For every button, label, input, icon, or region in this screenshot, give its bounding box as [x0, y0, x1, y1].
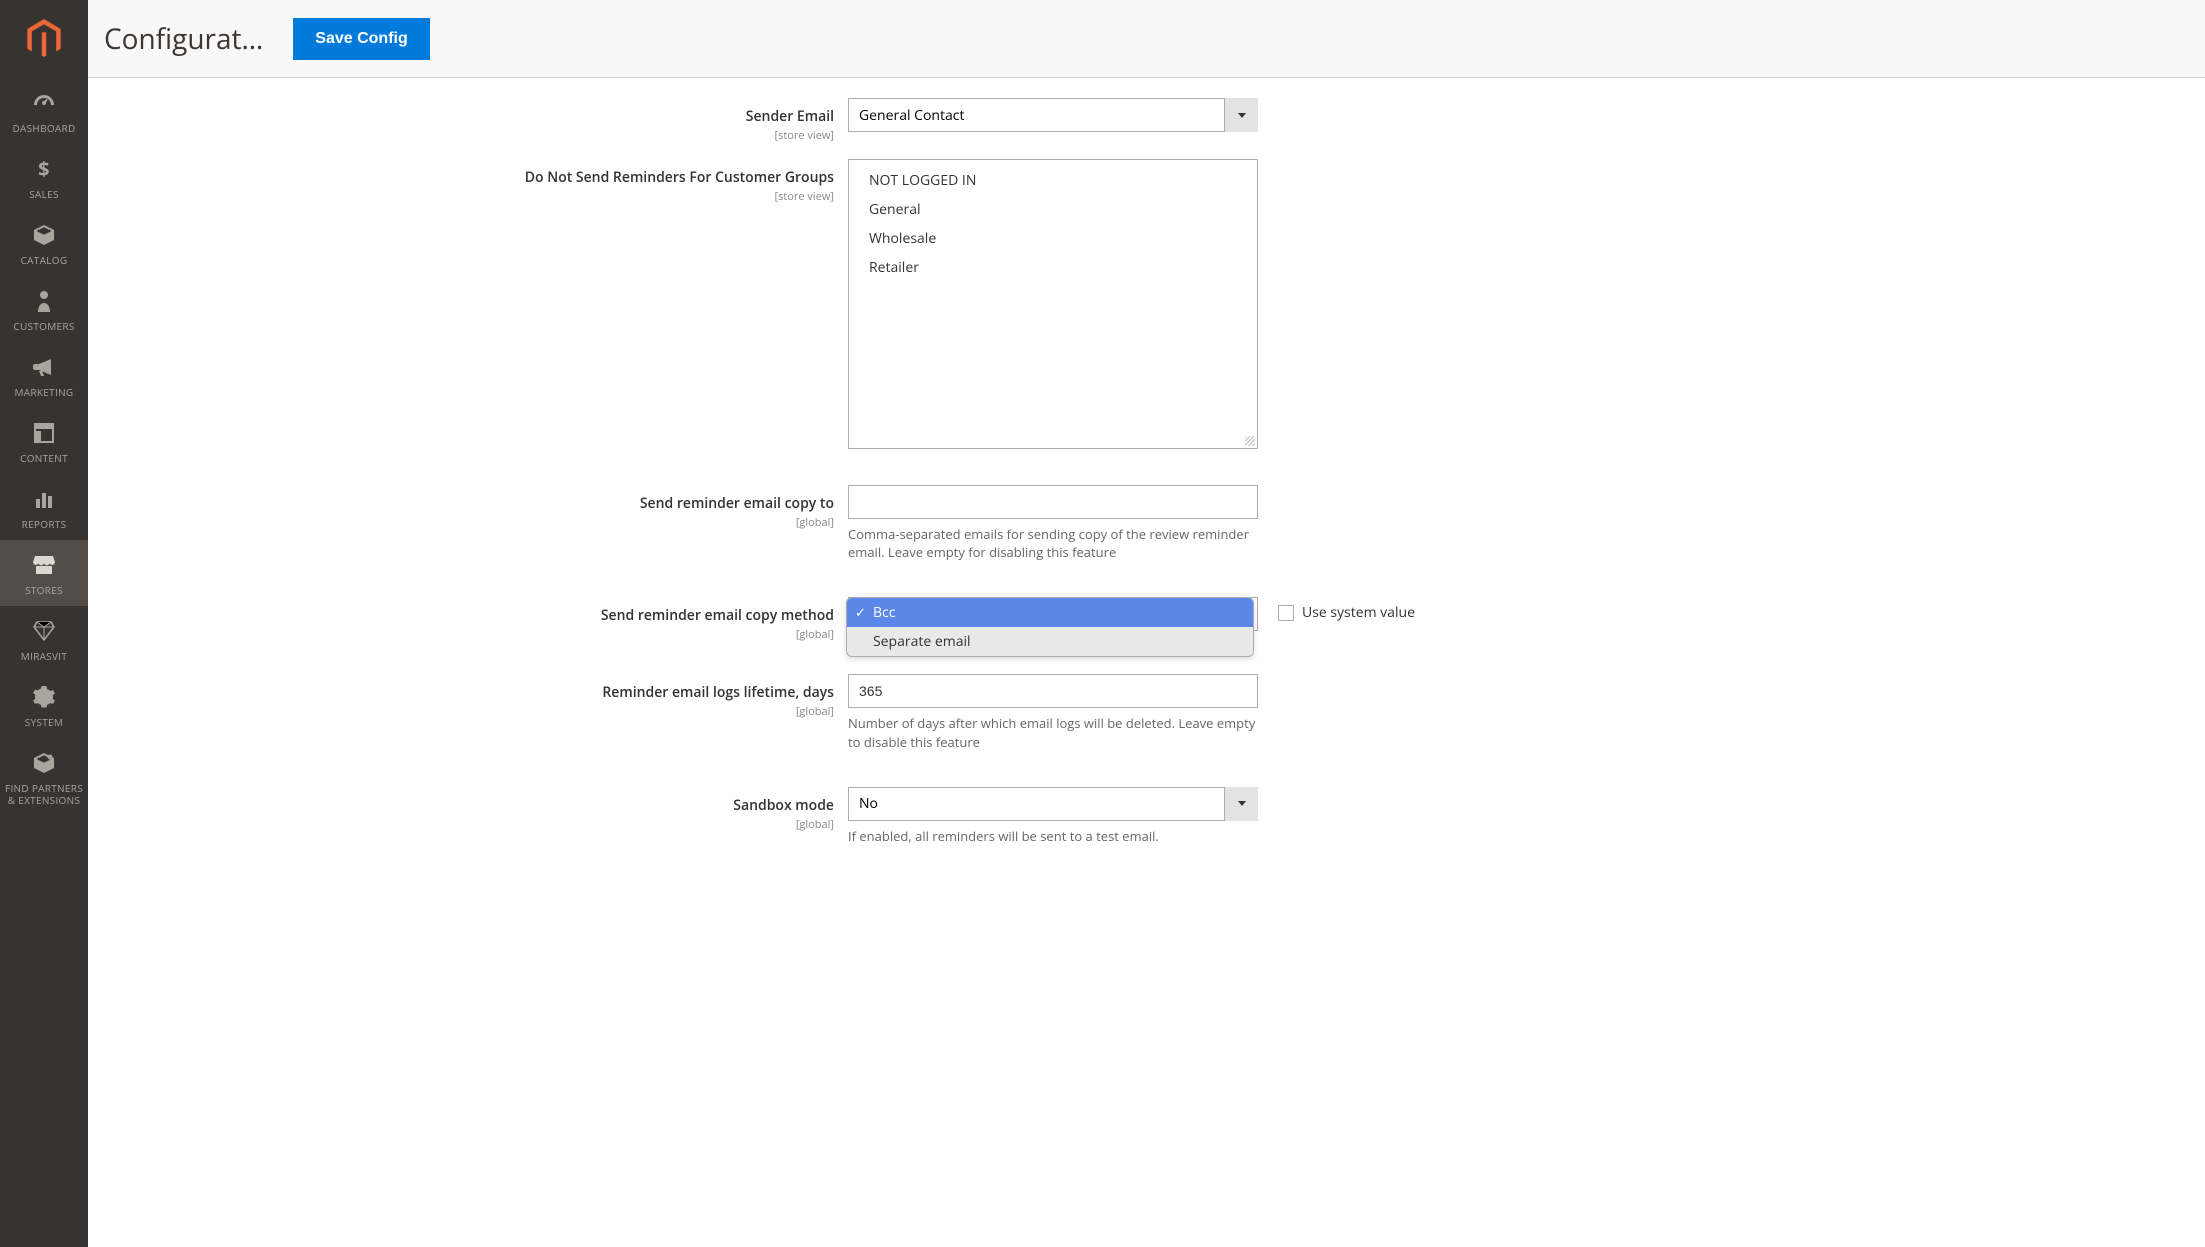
sidebar-item-label: DASHBOARD	[12, 122, 75, 134]
label-copy-method: Send reminder email copy method	[601, 606, 834, 625]
sidebar-item-extensions[interactable]: FIND PARTNERS & EXTENSIONS	[0, 738, 88, 816]
sidebar-item-label: SYSTEM	[25, 716, 63, 728]
sender-email-value: General Contact	[859, 106, 964, 125]
resize-handle-icon[interactable]	[1245, 436, 1255, 446]
sidebar-item-label: SALES	[29, 188, 59, 200]
copy-to-input[interactable]	[848, 485, 1258, 519]
sidebar-item-system[interactable]: SYSTEM	[0, 672, 88, 738]
note-sandbox: If enabled, all reminders will be sent t…	[848, 827, 1258, 845]
storefront-icon	[31, 552, 57, 578]
bar-chart-icon	[31, 486, 57, 512]
sidebar-item-mirasvit[interactable]: MIRASVIT	[0, 606, 88, 672]
copy-method-dropdown: Bcc Separate email	[846, 597, 1254, 657]
sidebar-item-content[interactable]: CONTENT	[0, 408, 88, 474]
customer-groups-multiselect[interactable]: NOT LOGGED IN General Wholesale Retailer	[848, 159, 1258, 449]
multiselect-option[interactable]: NOT LOGGED IN	[849, 166, 1257, 195]
puzzle-icon	[31, 750, 57, 776]
page-header: Configurat… Save Config	[88, 0, 2205, 78]
sidebar-item-label: STORES	[25, 584, 63, 596]
copy-method-select[interactable]: Bcc Separate email	[848, 597, 1258, 631]
row-sandbox: Sandbox mode [global] No If enabled, all…	[88, 779, 2205, 853]
multiselect-option[interactable]: Retailer	[849, 253, 1257, 282]
sidebar-item-label: MIRASVIT	[21, 650, 67, 662]
use-system-label: Use system value	[1302, 603, 1415, 622]
sidebar-item-label: REPORTS	[22, 518, 67, 530]
sandbox-select[interactable]: No	[848, 787, 1258, 821]
diamond-icon	[31, 618, 57, 644]
save-config-button[interactable]: Save Config	[293, 18, 429, 60]
label-sender-email: Sender Email	[746, 107, 834, 126]
person-icon	[31, 288, 57, 314]
sidebar-item-reports[interactable]: REPORTS	[0, 474, 88, 540]
sidebar-item-dashboard[interactable]: DASHBOARD	[0, 78, 88, 144]
row-copy-to: Send reminder email copy to [global] Com…	[88, 477, 2205, 569]
row-customer-groups: Do Not Send Reminders For Customer Group…	[88, 151, 2205, 457]
gear-icon	[31, 684, 57, 710]
row-logs-lifetime: Reminder email logs lifetime, days [glob…	[88, 666, 2205, 758]
checkbox-icon	[1278, 605, 1294, 621]
use-system-checkbox[interactable]: Use system value	[1278, 603, 1415, 622]
sidebar-item-marketing[interactable]: MARKETING	[0, 342, 88, 408]
sandbox-value: No	[859, 794, 878, 813]
row-copy-method: Send reminder email copy method [global]…	[88, 589, 2205, 650]
scope-copy-to: [global]	[88, 515, 834, 530]
sidebar-item-label: CONTENT	[20, 452, 68, 464]
box-icon	[31, 222, 57, 248]
layout-icon	[31, 420, 57, 446]
label-customer-groups: Do Not Send Reminders For Customer Group…	[525, 168, 834, 187]
sidebar-item-catalog[interactable]: CATALOG	[0, 210, 88, 276]
multiselect-option[interactable]: General	[849, 195, 1257, 224]
multiselect-option[interactable]: Wholesale	[849, 224, 1257, 253]
label-logs-lifetime: Reminder email logs lifetime, days	[602, 683, 834, 702]
dollar-icon: $	[31, 156, 57, 182]
note-logs-lifetime: Number of days after which email logs wi…	[848, 714, 1258, 750]
label-copy-to: Send reminder email copy to	[640, 494, 834, 513]
scope-customer-groups: [store view]	[88, 189, 834, 204]
main-content: Sender Email [store view] General Contac…	[88, 0, 2205, 893]
page-title: Configurat…	[104, 20, 263, 58]
sidebar-item-label: CUSTOMERS	[13, 320, 74, 332]
logs-lifetime-input[interactable]	[848, 674, 1258, 708]
row-sender-email: Sender Email [store view] General Contac…	[88, 90, 2205, 151]
chevron-down-icon	[1224, 787, 1258, 821]
magento-logo[interactable]	[0, 0, 88, 78]
label-sandbox: Sandbox mode	[733, 796, 834, 815]
svg-text:$: $	[38, 158, 50, 180]
sidebar-item-label: CATALOG	[21, 254, 68, 266]
sidebar-item-customers[interactable]: CUSTOMERS	[0, 276, 88, 342]
sidebar-item-stores[interactable]: STORES	[0, 540, 88, 606]
scope-sender-email: [store view]	[88, 128, 834, 143]
sender-email-select[interactable]: General Contact	[848, 98, 1258, 132]
sidebar-item-sales[interactable]: $ SALES	[0, 144, 88, 210]
gauge-icon	[31, 90, 57, 116]
chevron-down-icon	[1224, 98, 1258, 132]
note-copy-to: Comma-separated emails for sending copy …	[848, 525, 1258, 561]
dropdown-option-separate[interactable]: Separate email	[847, 627, 1253, 656]
sidebar-item-label: MARKETING	[15, 386, 74, 398]
sidebar-item-label: FIND PARTNERS & EXTENSIONS	[4, 782, 84, 806]
sidebar: DASHBOARD $ SALES CATALOG CUSTOMERS MARK…	[0, 0, 88, 1247]
dropdown-option-bcc[interactable]: Bcc	[847, 598, 1253, 627]
megaphone-icon	[31, 354, 57, 380]
scope-copy-method: [global]	[88, 627, 834, 642]
scope-logs-lifetime: [global]	[88, 704, 834, 719]
scope-sandbox: [global]	[88, 817, 834, 832]
